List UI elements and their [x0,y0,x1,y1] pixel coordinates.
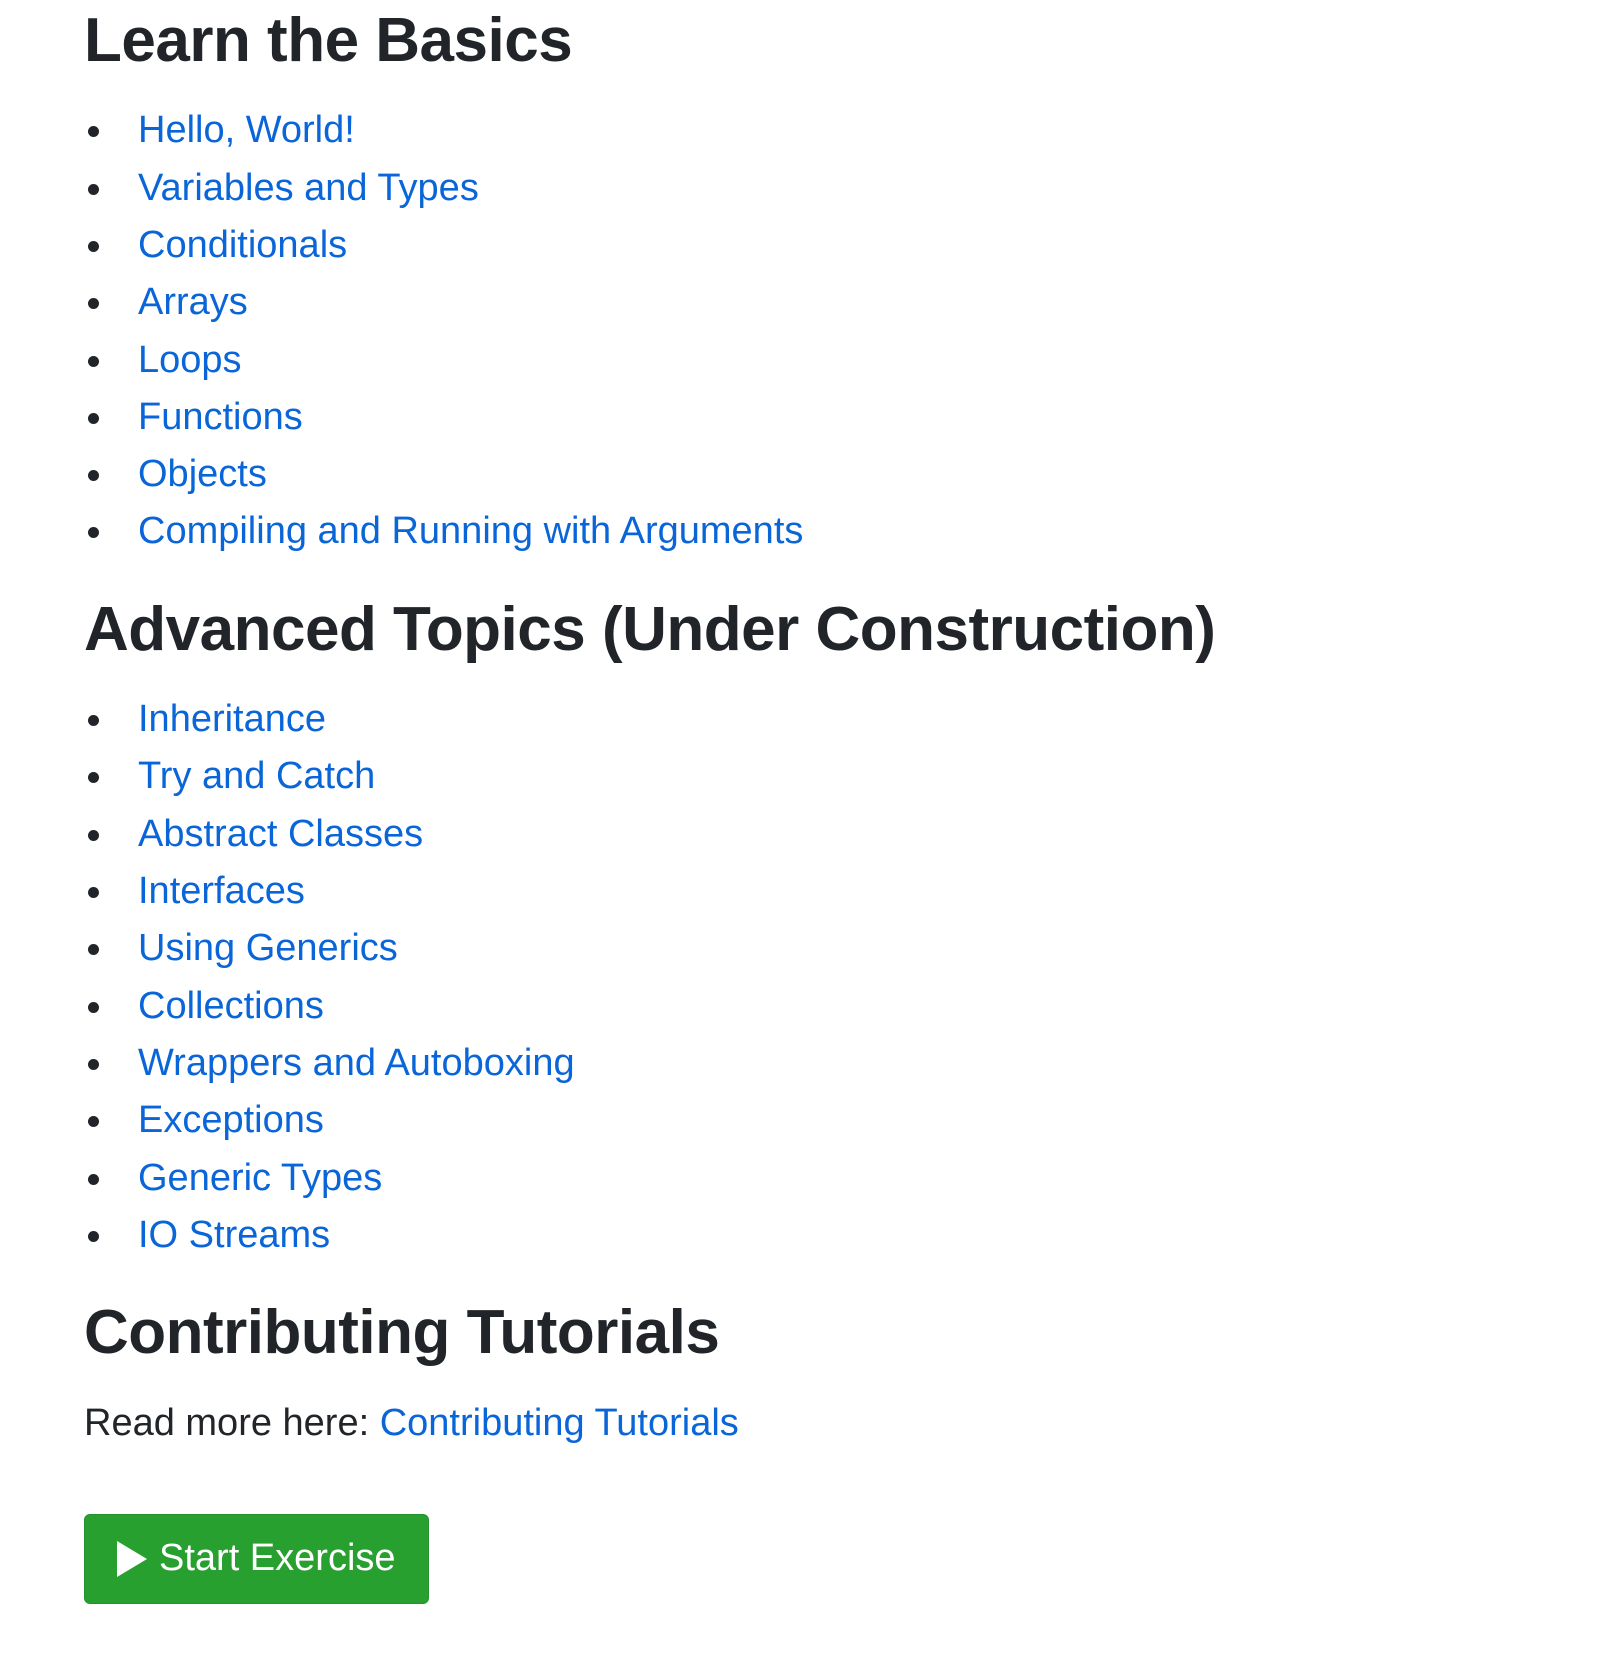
topic-link-generic-types[interactable]: Generic Types [138,1157,382,1199]
list-item: IO Streams [88,1207,1564,1264]
topic-link-exceptions[interactable]: Exceptions [138,1099,324,1141]
list-item: Conditionals [88,217,1564,274]
bullet [88,298,99,310]
bullet [88,470,99,482]
topic-link-inheritance[interactable]: Inheritance [138,698,326,740]
list-item: Compiling and Running with Arguments [88,503,1564,560]
bullet [88,527,99,539]
section-heading-basics: Learn the Basics [84,6,573,75]
list-item: Wrappers and Autoboxing [88,1035,1564,1092]
list-item: Exceptions [88,1092,1564,1149]
topic-link-try-and-catch[interactable]: Try and Catch [138,755,375,797]
play-icon [117,1540,147,1577]
topic-link-arrays[interactable]: Arrays [138,281,248,323]
list-item: Hello, World! [88,102,1564,159]
start-exercise-button[interactable]: Start Exercise [84,1513,429,1604]
topic-link-functions[interactable]: Functions [138,396,303,438]
bullet [88,944,99,956]
topic-link-conditionals[interactable]: Conditionals [138,224,347,266]
section-heading-contributing: Contributing Tutorials [84,1298,720,1368]
advanced-topic-list: Inheritance Try and Catch Abstract Class… [84,691,1564,1264]
read-more-prefix: Read more here: [84,1401,380,1444]
list-item: Objects [88,446,1564,503]
bullet [88,887,99,899]
topic-link-compiling-and-running[interactable]: Compiling and Running with Arguments [138,510,803,552]
topic-link-wrappers-and-autoboxing[interactable]: Wrappers and Autoboxing [138,1042,575,1084]
list-item: Interfaces [88,863,1564,920]
list-item: Collections [88,978,1564,1035]
topic-link-loops[interactable]: Loops [138,339,242,381]
read-more-paragraph: Read more here: Contributing Tutorials [84,1395,1564,1452]
list-item: Functions [88,389,1564,446]
list-item: Loops [88,332,1564,389]
bullet [88,412,99,424]
bullet [88,1001,99,1013]
list-item: Variables and Types [88,160,1564,217]
bullet [88,126,99,138]
main-content: Learn the Basics Hello, World! Variables… [84,0,1564,1604]
topic-link-io-streams[interactable]: IO Streams [138,1214,330,1256]
topic-link-abstract-classes[interactable]: Abstract Classes [138,813,423,855]
topic-link-collections[interactable]: Collections [138,985,324,1027]
topic-link-variables-and-types[interactable]: Variables and Types [138,167,479,209]
bullet [88,772,99,784]
bullet [88,715,99,727]
section-heading-advanced: Advanced Topics (Under Construction) [84,594,1216,664]
contributing-tutorials-link[interactable]: Contributing Tutorials [380,1402,739,1444]
bullet [88,1173,99,1185]
topic-link-interfaces[interactable]: Interfaces [138,870,305,912]
list-item: Using Generics [88,920,1564,977]
list-item: Inheritance [88,691,1564,748]
bullet [88,240,99,252]
list-item: Try and Catch [88,748,1564,805]
topic-link-objects[interactable]: Objects [138,453,267,495]
topic-link-using-generics[interactable]: Using Generics [138,927,398,969]
bullet [88,355,99,367]
bullet [88,1230,99,1242]
basics-topic-list: Hello, World! Variables and Types Condit… [84,102,1564,560]
list-item: Generic Types [88,1150,1564,1207]
list-item: Arrays [88,274,1564,331]
topic-link-hello-world[interactable]: Hello, World! [138,109,355,151]
bullet [88,1058,99,1070]
bullet [88,183,99,195]
bullet [88,829,99,841]
start-exercise-label: Start Exercise [159,1537,396,1580]
bullet [88,1116,99,1128]
list-item: Abstract Classes [88,806,1564,863]
